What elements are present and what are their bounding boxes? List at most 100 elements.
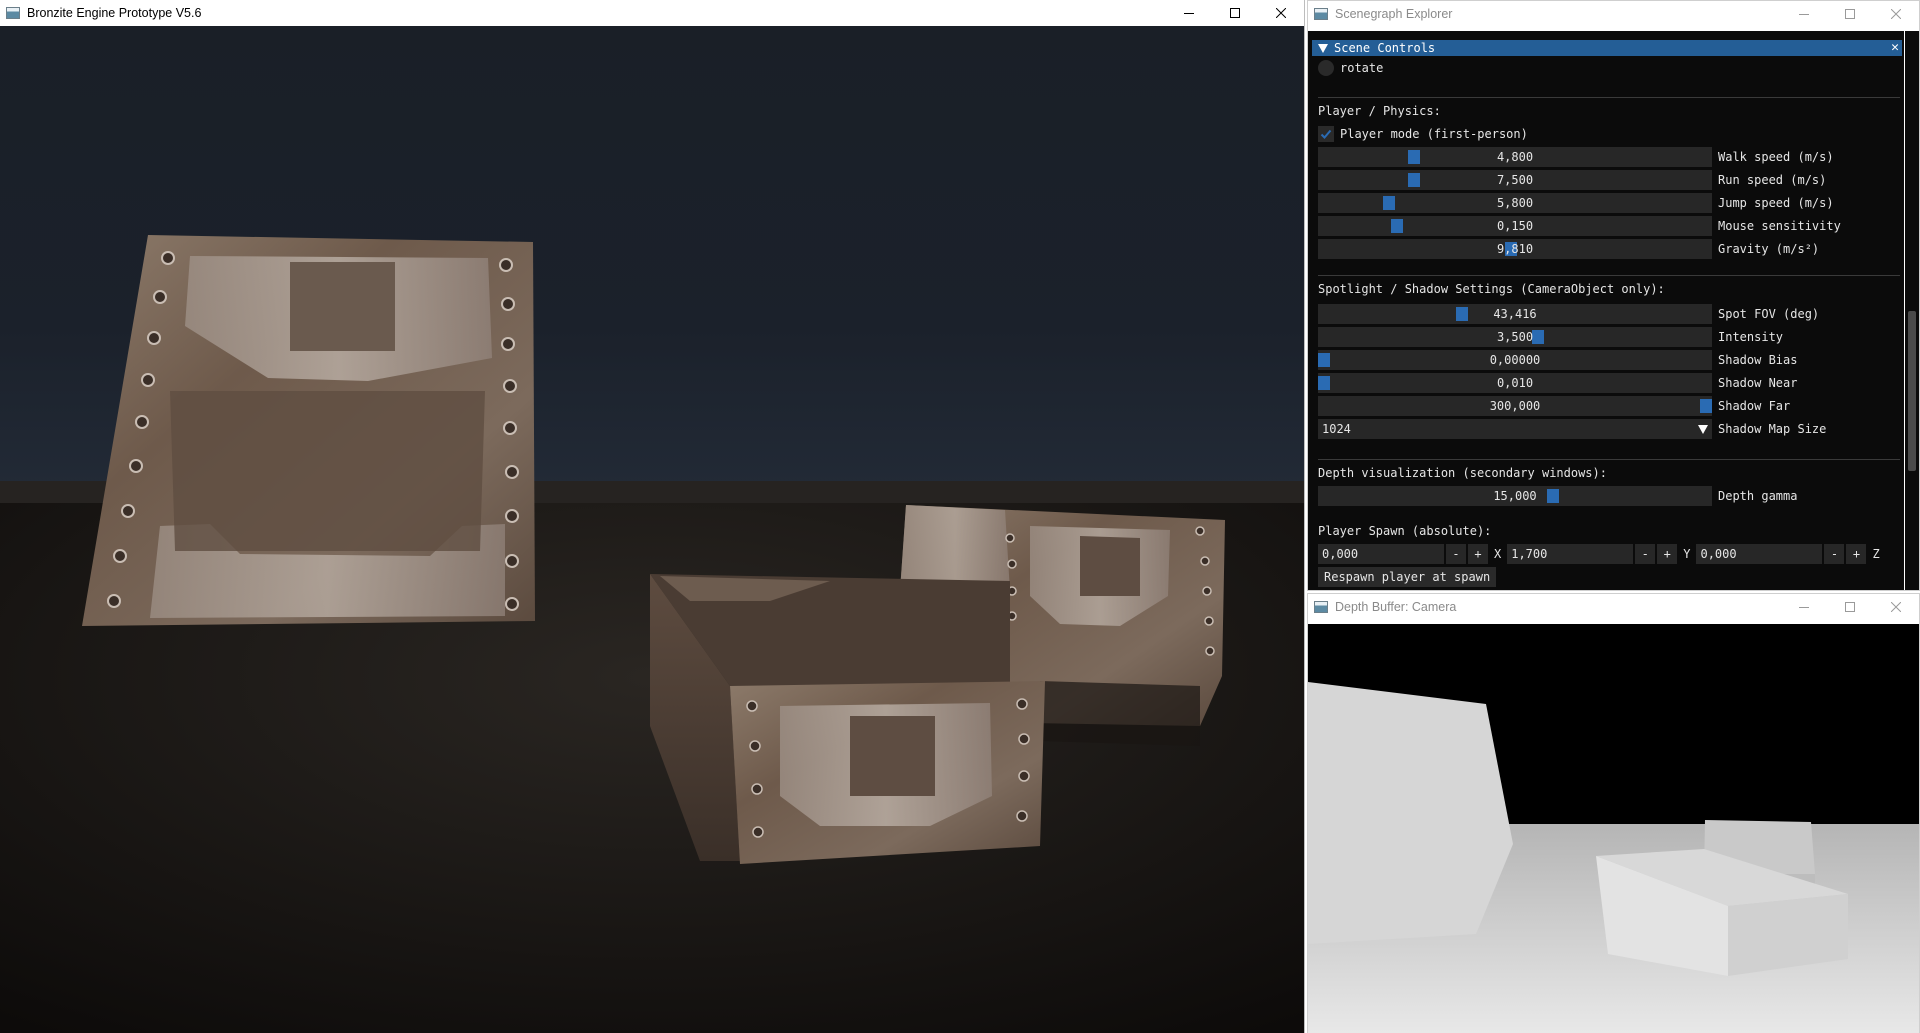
maximize-icon xyxy=(1845,602,1855,612)
mouse-sensitivity-row: 0,150 Mouse sensitivity xyxy=(1318,216,1841,236)
shadow-far-slider[interactable]: 300,000 xyxy=(1318,396,1712,416)
shadow-far-row: 300,000 Shadow Far xyxy=(1318,396,1790,416)
spawn-section-row: Player Spawn (absolute): xyxy=(1318,521,1491,541)
minimize-button[interactable] xyxy=(1166,0,1212,26)
shadow-far-value: 300,000 xyxy=(1489,399,1541,413)
spawn-inputs-row: 0,000 - + X 1,700 - + Y 0,000 - + Z xyxy=(1318,544,1886,564)
close-icon xyxy=(1891,602,1901,612)
gravity-row: 9,810 Gravity (m/s²) xyxy=(1318,239,1819,259)
explorer-panel: Scene Controls ✕ rotate Player / Physics… xyxy=(1308,31,1904,590)
spawn-z-value: 0,000 xyxy=(1700,547,1737,561)
spawn-z-input[interactable]: 0,000 xyxy=(1696,544,1823,564)
gravity-slider[interactable]: 9,810 xyxy=(1318,239,1712,259)
separator xyxy=(1318,275,1900,276)
spawn-x-input[interactable]: 0,000 xyxy=(1318,544,1444,564)
spawn-x-increment[interactable]: + xyxy=(1468,544,1488,564)
maximize-icon xyxy=(1230,8,1240,18)
run-speed-slider[interactable]: 7,500 xyxy=(1318,170,1712,190)
maximize-icon xyxy=(1845,9,1855,19)
depth-buffer-view[interactable] xyxy=(1308,624,1919,1033)
scrollbar-thumb[interactable] xyxy=(1908,311,1916,471)
separator xyxy=(1318,459,1900,460)
app-icon xyxy=(1314,8,1328,20)
jump-speed-value: 5,800 xyxy=(1496,196,1534,210)
respawn-row: Respawn player at spawn xyxy=(1318,567,1497,587)
explorer-titlebar[interactable]: Scenegraph Explorer xyxy=(1308,1,1919,27)
spot-fov-slider[interactable]: 43,416 xyxy=(1318,304,1712,324)
shadow-bias-value: 0,00000 xyxy=(1489,353,1541,367)
maximize-button[interactable] xyxy=(1212,0,1258,26)
close-button[interactable] xyxy=(1873,1,1919,27)
maximize-button[interactable] xyxy=(1827,1,1873,27)
depth-gamma-slider[interactable]: 15,000 xyxy=(1318,486,1712,506)
shadow-map-value: 1024 xyxy=(1322,422,1351,436)
spawn-y-input[interactable]: 1,700 xyxy=(1507,544,1634,564)
mouse-sensitivity-label: Mouse sensitivity xyxy=(1718,219,1841,233)
crate-upright xyxy=(82,235,535,626)
explorer-scrollbar[interactable] xyxy=(1905,31,1919,590)
spot-fov-row: 43,416 Spot FOV (deg) xyxy=(1318,304,1819,324)
crate-front xyxy=(650,574,1045,864)
separator xyxy=(1318,97,1900,98)
gravity-label: Gravity (m/s²) xyxy=(1718,242,1820,256)
shadow-bias-label: Shadow Bias xyxy=(1718,353,1798,367)
walk-speed-slider[interactable]: 4,800 xyxy=(1318,147,1712,167)
shadow-map-dropdown[interactable]: 1024 xyxy=(1318,419,1712,439)
respawn-button[interactable]: Respawn player at spawn xyxy=(1318,567,1497,587)
walk-speed-label: Walk speed (m/s) xyxy=(1718,150,1834,164)
shadow-map-label: Shadow Map Size xyxy=(1718,422,1827,436)
minimize-button[interactable] xyxy=(1781,1,1827,27)
depth-window-title: Depth Buffer: Camera xyxy=(1335,600,1457,614)
close-button[interactable] xyxy=(1258,0,1304,26)
depth-section-title: Depth visualization (secondary windows): xyxy=(1318,466,1607,480)
intensity-slider[interactable]: 3,500 xyxy=(1318,327,1712,347)
shadow-map-row: 1024 Shadow Map Size xyxy=(1318,419,1826,439)
collapse-triangle-icon[interactable] xyxy=(1318,43,1328,53)
scene-render xyxy=(0,235,1304,1033)
dropdown-arrow-icon[interactable] xyxy=(1698,425,1708,434)
close-panel-icon[interactable]: ✕ xyxy=(1891,40,1899,56)
depth-window: Depth Buffer: Camera xyxy=(1307,593,1920,1033)
3d-viewport[interactable] xyxy=(0,26,1304,1033)
spawn-y-decrement[interactable]: - xyxy=(1635,544,1656,564)
close-icon xyxy=(1276,8,1286,18)
run-speed-label: Run speed (m/s) xyxy=(1718,173,1827,187)
depth-gamma-row: 15,000 Depth gamma xyxy=(1318,486,1797,506)
gravity-value: 9,810 xyxy=(1496,242,1534,256)
player-section-row: Player / Physics: xyxy=(1318,101,1441,121)
rotate-radio[interactable] xyxy=(1318,60,1334,76)
shadow-near-slider[interactable]: 0,010 xyxy=(1318,373,1712,393)
rotate-row[interactable]: rotate xyxy=(1318,58,1383,78)
depth-titlebar[interactable]: Depth Buffer: Camera xyxy=(1308,594,1919,620)
depth-section-row: Depth visualization (secondary windows): xyxy=(1318,463,1607,483)
jump-speed-row: 5,800 Jump speed (m/s) xyxy=(1318,193,1834,213)
player-mode-row[interactable]: Player mode (first-person) xyxy=(1318,124,1528,144)
minimize-icon xyxy=(1799,607,1809,608)
minimize-icon xyxy=(1184,13,1194,14)
spawn-z-increment[interactable]: + xyxy=(1846,544,1867,564)
depth-gamma-label: Depth gamma xyxy=(1718,489,1798,503)
player-mode-label: Player mode (first-person) xyxy=(1340,127,1528,141)
close-button[interactable] xyxy=(1873,594,1919,620)
player-mode-checkbox[interactable] xyxy=(1318,126,1334,142)
main-window: Bronzite Engine Prototype V5.6 xyxy=(0,0,1305,1033)
rotate-label: rotate xyxy=(1340,61,1384,75)
mouse-sensitivity-slider[interactable]: 0,150 xyxy=(1318,216,1712,236)
spawn-x-axis-label: X xyxy=(1494,547,1502,561)
main-titlebar[interactable]: Bronzite Engine Prototype V5.6 xyxy=(0,0,1304,26)
spawn-z-decrement[interactable]: - xyxy=(1824,544,1845,564)
scene-controls-header[interactable]: Scene Controls ✕ xyxy=(1312,40,1902,56)
shadow-near-value: 0,010 xyxy=(1496,376,1534,390)
spawn-x-decrement[interactable]: - xyxy=(1446,544,1466,564)
shadow-bias-row: 0,00000 Shadow Bias xyxy=(1318,350,1797,370)
spawn-y-increment[interactable]: + xyxy=(1657,544,1678,564)
walk-speed-row: 4,800 Walk speed (m/s) xyxy=(1318,147,1834,167)
maximize-button[interactable] xyxy=(1827,594,1873,620)
spot-section-row: Spotlight / Shadow Settings (CameraObjec… xyxy=(1318,279,1665,299)
minimize-button[interactable] xyxy=(1781,594,1827,620)
player-section-title: Player / Physics: xyxy=(1318,104,1441,118)
jump-speed-slider[interactable]: 5,800 xyxy=(1318,193,1712,213)
app-icon xyxy=(6,7,20,19)
shadow-bias-slider[interactable]: 0,00000 xyxy=(1318,350,1712,370)
spawn-section-title: Player Spawn (absolute): xyxy=(1318,524,1492,538)
